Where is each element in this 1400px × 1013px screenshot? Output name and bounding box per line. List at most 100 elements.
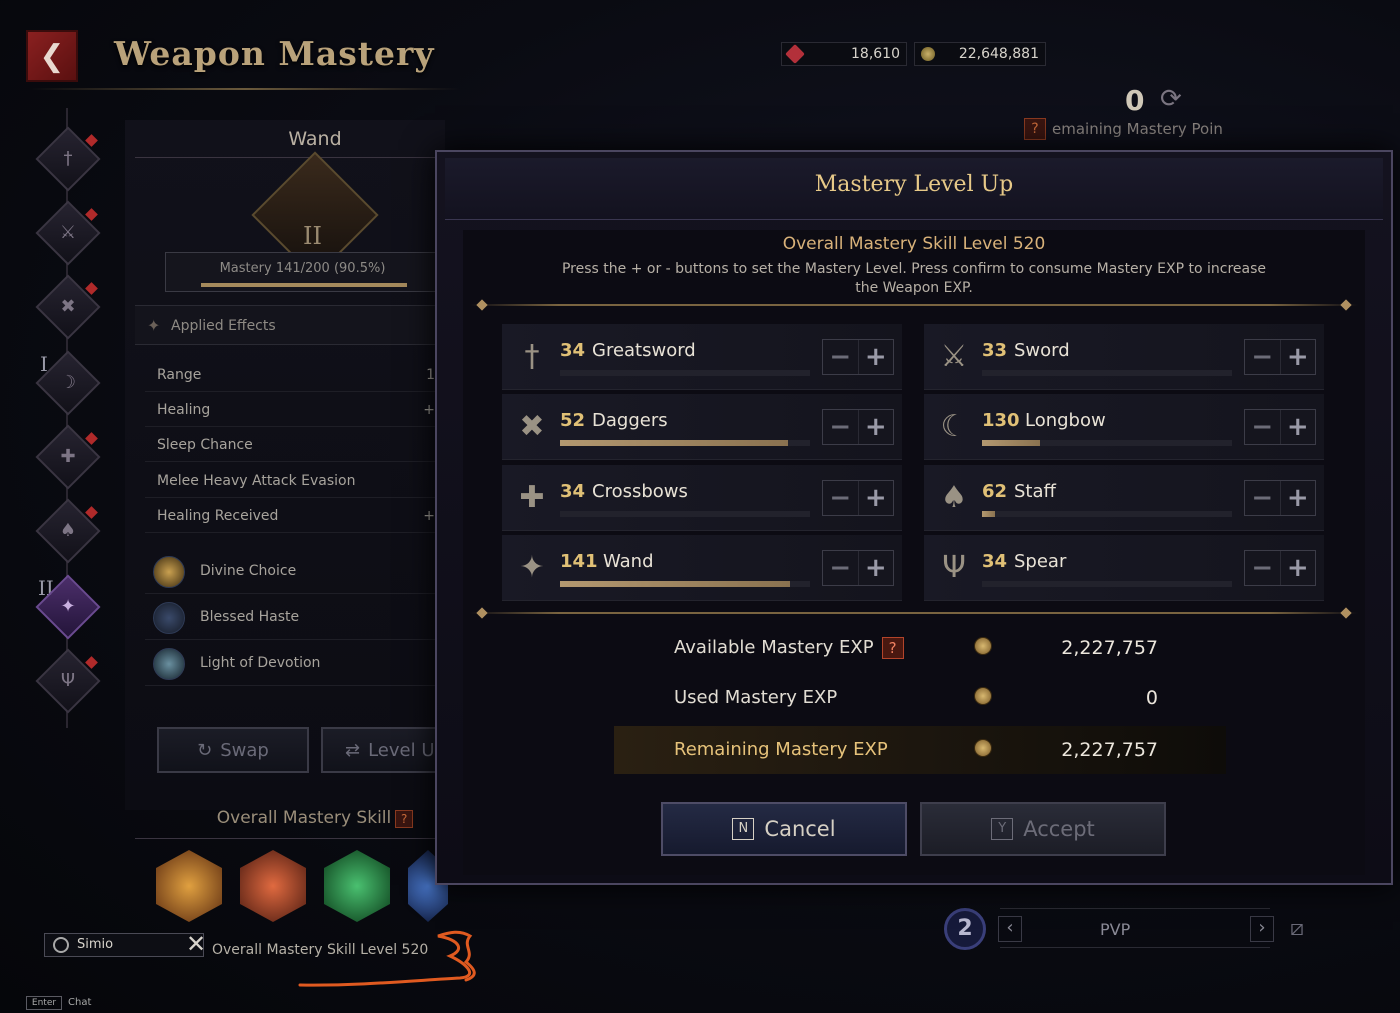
wand-icon: ✦ xyxy=(519,550,545,585)
applied-effects-header[interactable]: ✦ Applied Effects xyxy=(135,305,445,345)
effect-row: Range 1 xyxy=(145,358,445,392)
weapon-name: Daggers xyxy=(592,410,668,431)
remaining-exp-label: Remaining Mastery EXP xyxy=(674,739,888,760)
weapon-level: 62 xyxy=(982,481,1008,502)
oms-skill-slot-3[interactable] xyxy=(324,850,390,922)
minus-button[interactable]: − xyxy=(1245,481,1281,515)
weapon-name: Longbow xyxy=(1025,410,1106,431)
swap-label: Swap xyxy=(220,739,269,761)
plus-button[interactable]: + xyxy=(1281,410,1316,444)
minus-button[interactable]: − xyxy=(1245,551,1281,585)
weapon-exp-track xyxy=(560,581,810,587)
level-stepper: − + xyxy=(1244,339,1316,375)
level-stepper: − + xyxy=(1244,550,1316,586)
weapon-card-greatsword: † 34 Greatsword − + xyxy=(502,324,902,390)
daggers-icon: ✖ xyxy=(519,409,545,444)
weapon-exp-fill xyxy=(982,440,1040,446)
effect-row: Melee Heavy Attack Evasion xyxy=(145,464,445,498)
help-icon[interactable]: ? xyxy=(395,810,414,828)
minus-button[interactable]: − xyxy=(1245,410,1281,444)
oms-skill-slot-1[interactable] xyxy=(156,850,222,922)
weapon-card-crossbows: ✚ 34 Crossbows − + xyxy=(502,465,902,531)
greatsword-icon: † xyxy=(63,148,73,169)
weapon-card-spear: Ψ 34 Spear − + xyxy=(924,535,1324,601)
minus-button[interactable]: − xyxy=(823,340,859,374)
swap-icon: ↻ xyxy=(197,739,213,761)
chevron-right-icon[interactable]: › xyxy=(1250,916,1274,942)
gem-currency: 18,610 xyxy=(781,42,907,66)
minus-button[interactable]: − xyxy=(1245,340,1281,374)
weapon-name: Wand xyxy=(603,551,654,572)
back-button[interactable]: ❮ xyxy=(26,30,78,82)
help-icon[interactable]: ? xyxy=(1024,118,1046,140)
skill-row[interactable]: Blessed Haste xyxy=(145,596,445,640)
effect-value: + xyxy=(423,508,435,524)
accept-label: Accept xyxy=(1023,817,1095,841)
weapon-level: 34 xyxy=(560,481,586,502)
chevron-left-icon[interactable]: ‹ xyxy=(998,916,1022,942)
chat-label[interactable]: Chat xyxy=(68,997,91,1008)
sword-icon: ⚔ xyxy=(59,222,77,243)
keyboard-shortcut-n: N xyxy=(732,818,755,840)
accept-button[interactable]: Y Accept xyxy=(920,802,1166,856)
cancel-button[interactable]: N Cancel xyxy=(661,802,907,856)
weapon-exp-fill xyxy=(560,440,788,446)
oms-skill-slot-2[interactable] xyxy=(240,850,306,922)
applied-effects-label: Applied Effects xyxy=(171,318,276,334)
swap-button[interactable]: ↻ Swap xyxy=(157,727,309,773)
plus-button[interactable]: + xyxy=(1281,481,1316,515)
divider xyxy=(470,304,1358,306)
close-icon[interactable]: ✕ xyxy=(186,930,206,958)
keyboard-shortcut-y: Y xyxy=(991,818,1014,840)
minus-button[interactable]: − xyxy=(823,410,859,444)
minus-button[interactable]: − xyxy=(823,481,859,515)
level-up-button[interactable]: ⇄ Level U xyxy=(321,727,437,773)
mastery-exp-coin-icon xyxy=(974,637,992,655)
spear-icon: Ψ xyxy=(942,550,966,585)
sword-icon: ⚔ xyxy=(940,339,968,374)
greatsword-icon: † xyxy=(524,339,540,374)
globe-icon xyxy=(53,937,69,953)
skill-name: Light of Devotion xyxy=(200,655,321,671)
weapon-card-staff: ♠ 62 Staff − + xyxy=(924,465,1324,531)
plus-button[interactable]: + xyxy=(859,410,894,444)
mastery-progress-fill xyxy=(201,283,407,287)
effect-value: + xyxy=(423,402,435,418)
gem-icon xyxy=(785,44,805,64)
help-icon[interactable]: ? xyxy=(881,637,904,659)
chat-user-tag[interactable]: Simio xyxy=(44,933,204,957)
staff-icon: ♠ xyxy=(59,520,77,541)
crossbow-icon: ✚ xyxy=(519,480,545,515)
skill-row[interactable]: Divine Choice xyxy=(145,550,445,594)
gold-coin-icon xyxy=(921,47,935,61)
skill-row[interactable]: Light of Devotion xyxy=(145,642,445,686)
gold-amount: 22,648,881 xyxy=(958,46,1039,62)
mastery-exp-coin-icon xyxy=(974,687,992,705)
plus-button[interactable]: + xyxy=(1281,551,1316,585)
plus-button[interactable]: + xyxy=(859,481,894,515)
plus-button[interactable]: + xyxy=(859,551,894,585)
preset-badge[interactable]: 2 xyxy=(944,908,986,950)
crossbow-icon: ✚ xyxy=(60,446,76,467)
plus-button[interactable]: + xyxy=(859,340,894,374)
wand-icon: ✦ xyxy=(60,596,76,617)
weapon-exp-track xyxy=(982,511,1232,517)
weapon-level: 141 xyxy=(560,551,598,572)
dialog-title: Mastery Level Up xyxy=(814,172,1014,197)
minus-button[interactable]: − xyxy=(823,551,859,585)
refresh-icon[interactable]: ⟳ xyxy=(1160,84,1182,114)
plus-button[interactable]: + xyxy=(1281,340,1316,374)
weapon-level: 34 xyxy=(560,340,586,361)
weapon-card-sword: ⚔ 33 Sword − + xyxy=(924,324,1324,390)
weapon-name: Crossbows xyxy=(592,481,688,502)
oms-title-text: Overall Mastery Skill xyxy=(216,808,392,828)
remaining-exp-row: Remaining Mastery EXP 2,227,757 xyxy=(614,726,1226,774)
remaining-mastery-points-label: emaining Mastery Poin xyxy=(1052,120,1223,138)
level-stepper: − + xyxy=(1244,480,1316,516)
weapon-name: Greatsword xyxy=(592,340,696,361)
light-of-devotion-icon xyxy=(153,648,185,680)
weapon-exp-fill xyxy=(982,511,995,517)
toggle-off-icon[interactable]: ⧄ xyxy=(1290,916,1304,941)
enter-key-hint: Enter xyxy=(26,996,62,1010)
gem-amount: 18,610 xyxy=(851,46,900,62)
